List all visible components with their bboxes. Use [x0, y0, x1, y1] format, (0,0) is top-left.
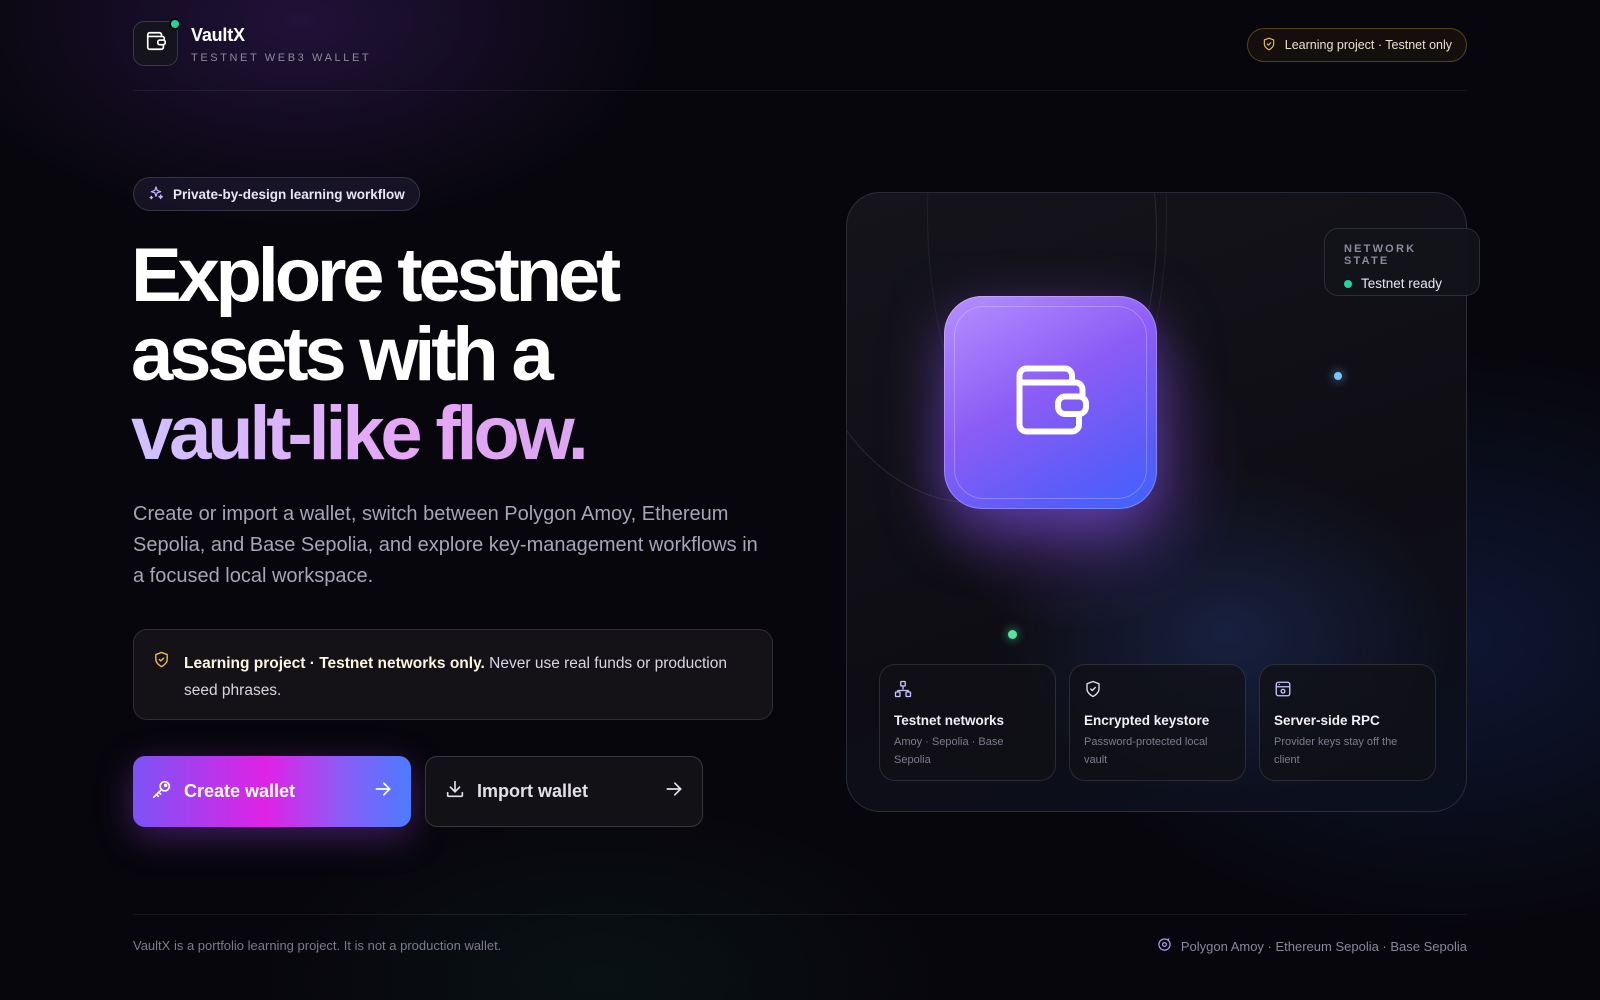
feature-title: Encrypted keystore — [1084, 713, 1210, 728]
create-wallet-button[interactable]: Create wallet — [133, 756, 411, 827]
wallet-icon — [145, 30, 167, 57]
wallet-tile-inner — [954, 306, 1147, 499]
feature-description: Password-protected local vault — [1084, 736, 1208, 766]
decorative-blue-dot — [1334, 372, 1342, 380]
download-icon — [444, 778, 466, 805]
server-icon — [1274, 677, 1421, 701]
headline-line-2: assets with a — [131, 312, 554, 397]
network-status-label: Testnet ready — [1361, 276, 1443, 291]
feature-card-testnet-networks: Testnet networks Amoy · Sepolia · Base S… — [879, 664, 1056, 781]
badge-label: Private-by-design learning workflow — [173, 186, 405, 202]
network-state-panel: NETWORK STATE Testnet ready — [1324, 228, 1480, 296]
network-state-title: NETWORK STATE — [1344, 243, 1417, 267]
arrow-right-icon — [664, 779, 684, 804]
import-wallet-label: Import wallet — [477, 781, 589, 801]
hero-headline: Explore testnet assets with a vault-like… — [131, 236, 831, 473]
wallet-tile — [944, 296, 1157, 509]
network-state-status: Testnet ready — [1344, 276, 1461, 291]
feature-card-encrypted-keystore: Encrypted keystore Password-protected lo… — [1069, 664, 1246, 781]
notice-bold-text: Learning project · Testnet networks only… — [184, 655, 485, 672]
shield-check-icon — [1084, 677, 1231, 701]
key-icon — [151, 778, 173, 805]
page-footer: VaultX is a portfolio learning project. … — [133, 914, 1467, 974]
top-header: VaultX TESTNET WEB3 WALLET Learning proj… — [133, 20, 1467, 91]
sparkles-icon — [148, 185, 164, 204]
learning-project-pill: Learning project · Testnet only — [1246, 28, 1467, 62]
headline-line-3-gradient: vault-like flow. — [131, 394, 831, 473]
feature-title: Server-side RPC — [1274, 713, 1380, 728]
headline-line-1: Explore testnet — [131, 233, 621, 318]
learning-workflow-badge: Private-by-design learning workflow — [133, 177, 420, 211]
hero-description: Create or import a wallet, switch betwee… — [133, 503, 758, 587]
globe-icon — [1157, 937, 1172, 955]
feature-description: Amoy · Sepolia · Base Sepolia — [894, 736, 1004, 766]
logo[interactable] — [133, 20, 179, 66]
footer-networks-label: Polygon Amoy · Ethereum Sepolia · Base S… — [1180, 938, 1467, 954]
create-wallet-label: Create wallet — [184, 781, 296, 801]
status-dot — [1344, 279, 1352, 288]
shield-check-icon — [153, 650, 170, 677]
brand-name: VaultX — [191, 25, 245, 45]
network-icon — [894, 677, 1041, 701]
testnet-notice: Learning project · Testnet networks only… — [133, 629, 773, 720]
learning-pill-label: Learning project · Testnet only — [1284, 38, 1452, 52]
feature-card-server-side-rpc: Server-side RPC Provider keys stay off t… — [1259, 664, 1436, 781]
footer-networks: Polygon Amoy · Ethereum Sepolia · Base S… — [1157, 937, 1467, 955]
feature-title: Testnet networks — [894, 713, 1005, 728]
import-wallet-button[interactable]: Import wallet — [425, 756, 703, 827]
decorative-green-dot — [1008, 630, 1017, 639]
arrow-right-icon — [373, 779, 393, 804]
brand-subtitle: TESTNET WEB3 WALLET — [191, 52, 372, 64]
status-dot — [171, 20, 179, 28]
footer-disclaimer: VaultX is a portfolio learning project. … — [133, 938, 502, 953]
feature-description: Provider keys stay off the client — [1274, 736, 1398, 766]
shield-check-icon — [1262, 37, 1276, 54]
